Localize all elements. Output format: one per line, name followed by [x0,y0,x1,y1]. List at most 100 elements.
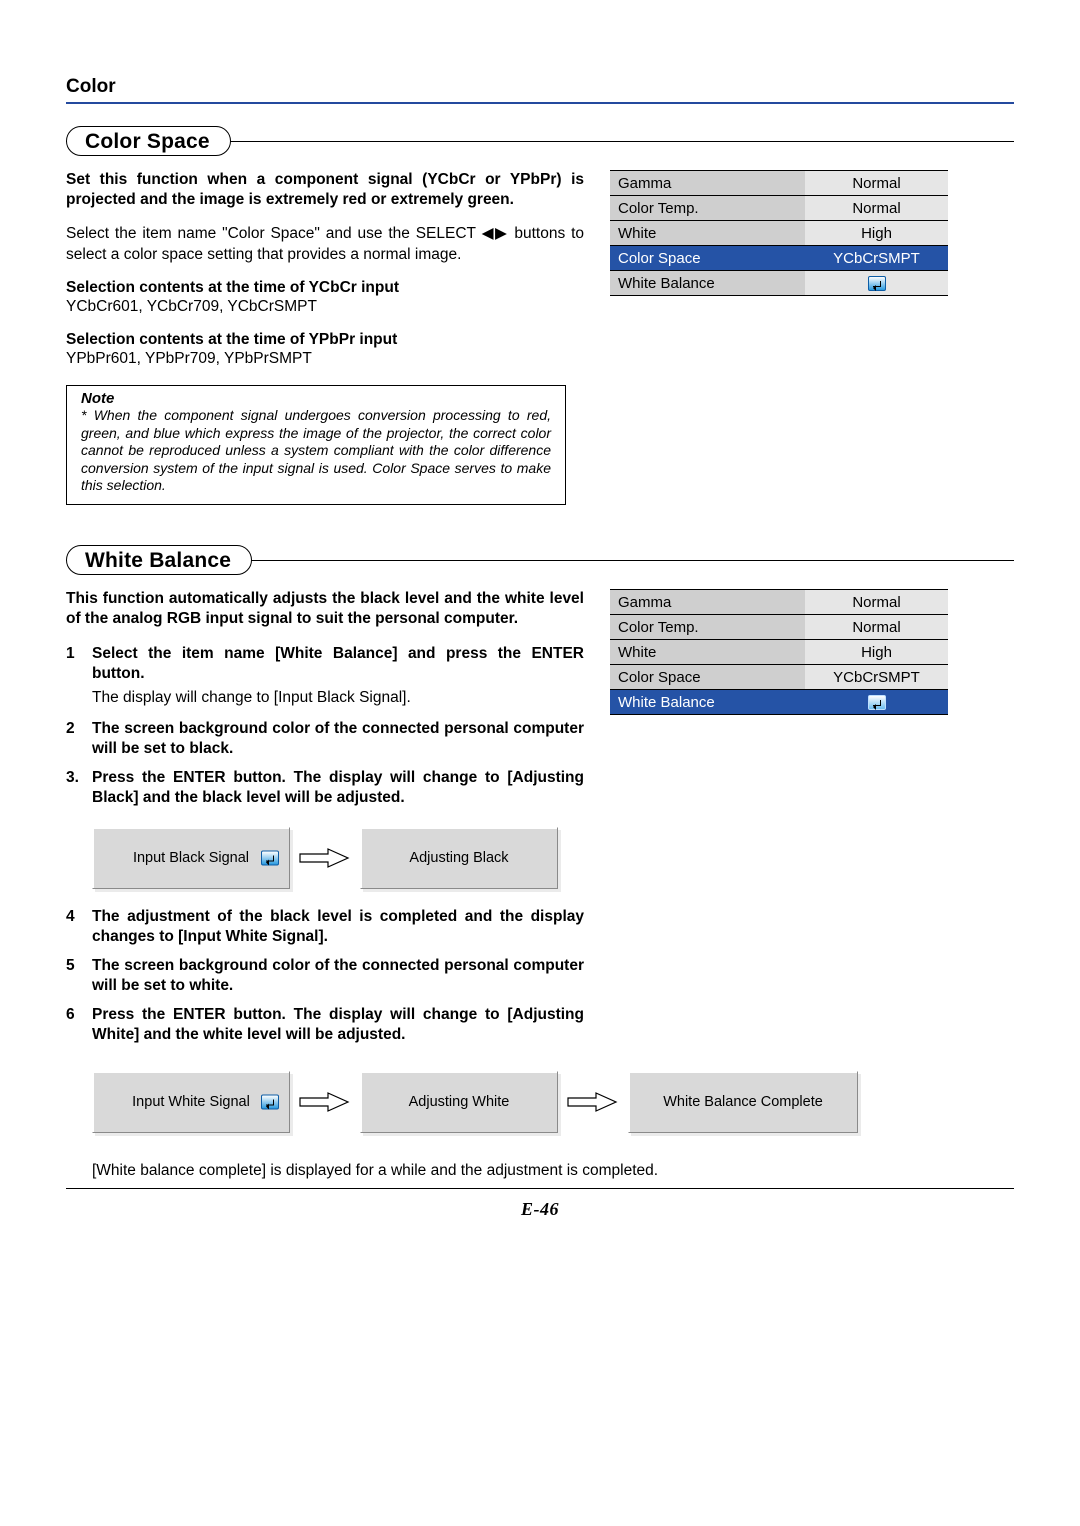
menu-item-value [805,690,948,714]
flow-arrow-icon [298,845,352,871]
tile-white-balance-complete: White Balance Complete [628,1071,858,1133]
tile-label: Input White Signal [132,1094,250,1110]
tile-label: White Balance Complete [663,1094,823,1110]
enter-icon [261,1095,279,1110]
menu-item-label: White [610,640,805,664]
heading-label: Color Space [85,130,210,154]
ypbpr-list: YPbPr601, YPbPr709, YPbPrSMPT [66,349,584,369]
heading-pill: White Balance [66,545,252,575]
menu-item-label: Color Temp. [610,196,805,220]
menu-item-value: Normal [805,171,948,195]
arrow-icons: ◀▶ [482,225,509,242]
menu-item-value: Normal [805,615,948,639]
menu-item-value: YCbCrSMPT [805,665,948,689]
menu-item-label: Gamma [610,171,805,195]
step: 1 Select the item name [White Balance] an… [66,644,584,685]
step-number: 1 [66,644,80,685]
step-text: The screen background color of the conne… [92,956,584,997]
menu-row[interactable]: Color SpaceYCbCrSMPT [610,246,948,271]
white-balance-intro: This function automatically adjusts the … [66,589,584,629]
color-space-intro: Set this function when a component signa… [66,170,584,210]
ypbpr-heading: Selection contents at the time of YPbPr … [66,331,584,349]
step-text: The screen background color of the conne… [92,719,584,760]
menu-row[interactable]: Color Temp.Normal [610,196,948,221]
note-text: When the component signal undergoes conv… [81,407,551,494]
color-space-right: GammaNormalColor Temp.NormalWhiteHighCol… [610,170,1014,505]
tile-adjusting-white: Adjusting White [360,1071,558,1133]
menu-item-label: Color Space [610,246,805,270]
tile-input-black: Input Black Signal [92,827,290,889]
enter-icon [868,276,886,291]
steps-group-b: 4 The adjustment of the black level is co… [66,907,584,1046]
bottom-rule [66,1188,1014,1189]
note-box: Note When the component signal undergoes… [66,385,566,505]
menu-item-value: High [805,640,948,664]
steps-group-a: 1 Select the item name [White Balance] an… [66,644,584,809]
menu-item-value: Normal [805,196,948,220]
tile-input-white: Input White Signal [92,1071,290,1133]
color-space-body: Select the item name "Color Space" and u… [66,224,584,265]
enter-icon [868,695,886,710]
tile-adjusting-black: Adjusting Black [360,827,558,889]
step: 3. Press the ENTER button. The display wi… [66,768,584,809]
step: 5 The screen background color of the conn… [66,956,584,997]
flow-arrow-icon [566,1089,620,1115]
enter-icon [261,850,279,865]
menu-item-label: White Balance [610,690,805,714]
menu-item-value: Normal [805,590,948,614]
menu-row[interactable]: WhiteHigh [610,221,948,246]
menu-row[interactable]: White Balance [610,271,948,296]
flow-black: Input Black Signal Adjusting Black [92,827,584,889]
step-number: 3. [66,768,80,809]
step-text: Press the ENTER button. The display will… [92,768,584,809]
color-space-columns: Set this function when a component signa… [66,170,1014,505]
white-balance-right: GammaNormalColor Temp.NormalWhiteHighCol… [610,589,1014,1053]
menu-row[interactable]: GammaNormal [610,171,948,196]
osd-menu-whitebalance: GammaNormalColor Temp.NormalWhiteHighCol… [610,589,948,715]
note-title: Note [81,390,551,407]
step: 4 The adjustment of the black level is co… [66,907,584,948]
menu-item-label: Gamma [610,590,805,614]
page-title-rule [66,102,1014,104]
step-text: Press the ENTER button. The display will… [92,1005,584,1046]
step-number: 4 [66,907,80,948]
menu-item-value [805,271,948,295]
ycbcr-heading: Selection contents at the time of YCbCr … [66,279,584,297]
step-text: Select the item name [White Balance] and… [92,644,584,685]
flow-white: Input White Signal Adjusting White White… [92,1071,1014,1133]
step: 6 Press the ENTER button. The display wil… [66,1005,584,1046]
step-number: 5 [66,956,80,997]
tile-label: Adjusting Black [409,850,508,866]
step-followup: The display will change to [Input Black … [92,688,584,708]
section-heading-white-balance: White Balance [66,545,1014,575]
body-pre: Select the item name "Color Space" and u… [66,225,482,242]
menu-item-label: White [610,221,805,245]
menu-row[interactable]: Color Temp.Normal [610,615,948,640]
white-balance-tail: [White balance complete] is displayed fo… [92,1161,692,1181]
flow-arrow-icon [298,1089,352,1115]
menu-item-label: White Balance [610,271,805,295]
step: 2 The screen background color of the conn… [66,719,584,760]
menu-item-label: Color Temp. [610,615,805,639]
page: Color Color Space Set this function when… [0,0,1080,1526]
step-number: 6 [66,1005,80,1046]
menu-item-label: Color Space [610,665,805,689]
heading-label: White Balance [85,549,231,573]
menu-row[interactable]: WhiteHigh [610,640,948,665]
heading-pill: Color Space [66,126,231,156]
section-heading-color-space: Color Space [66,126,1014,156]
tile-label: Adjusting White [409,1094,510,1110]
white-balance-left: This function automatically adjusts the … [66,589,584,1053]
menu-row[interactable]: Color SpaceYCbCrSMPT [610,665,948,690]
content-area: Color Color Space Set this function when… [66,76,1014,1466]
ycbcr-list: YCbCr601, YCbCr709, YCbCrSMPT [66,297,584,317]
tile-label: Input Black Signal [133,850,249,866]
page-number: E-46 [66,1199,1014,1220]
menu-row[interactable]: White Balance [610,690,948,715]
color-space-left: Set this function when a component signa… [66,170,584,505]
menu-item-value: YCbCrSMPT [805,246,948,270]
menu-row[interactable]: GammaNormal [610,590,948,615]
menu-item-value: High [805,221,948,245]
step-number: 2 [66,719,80,760]
step-text: The adjustment of the black level is com… [92,907,584,948]
